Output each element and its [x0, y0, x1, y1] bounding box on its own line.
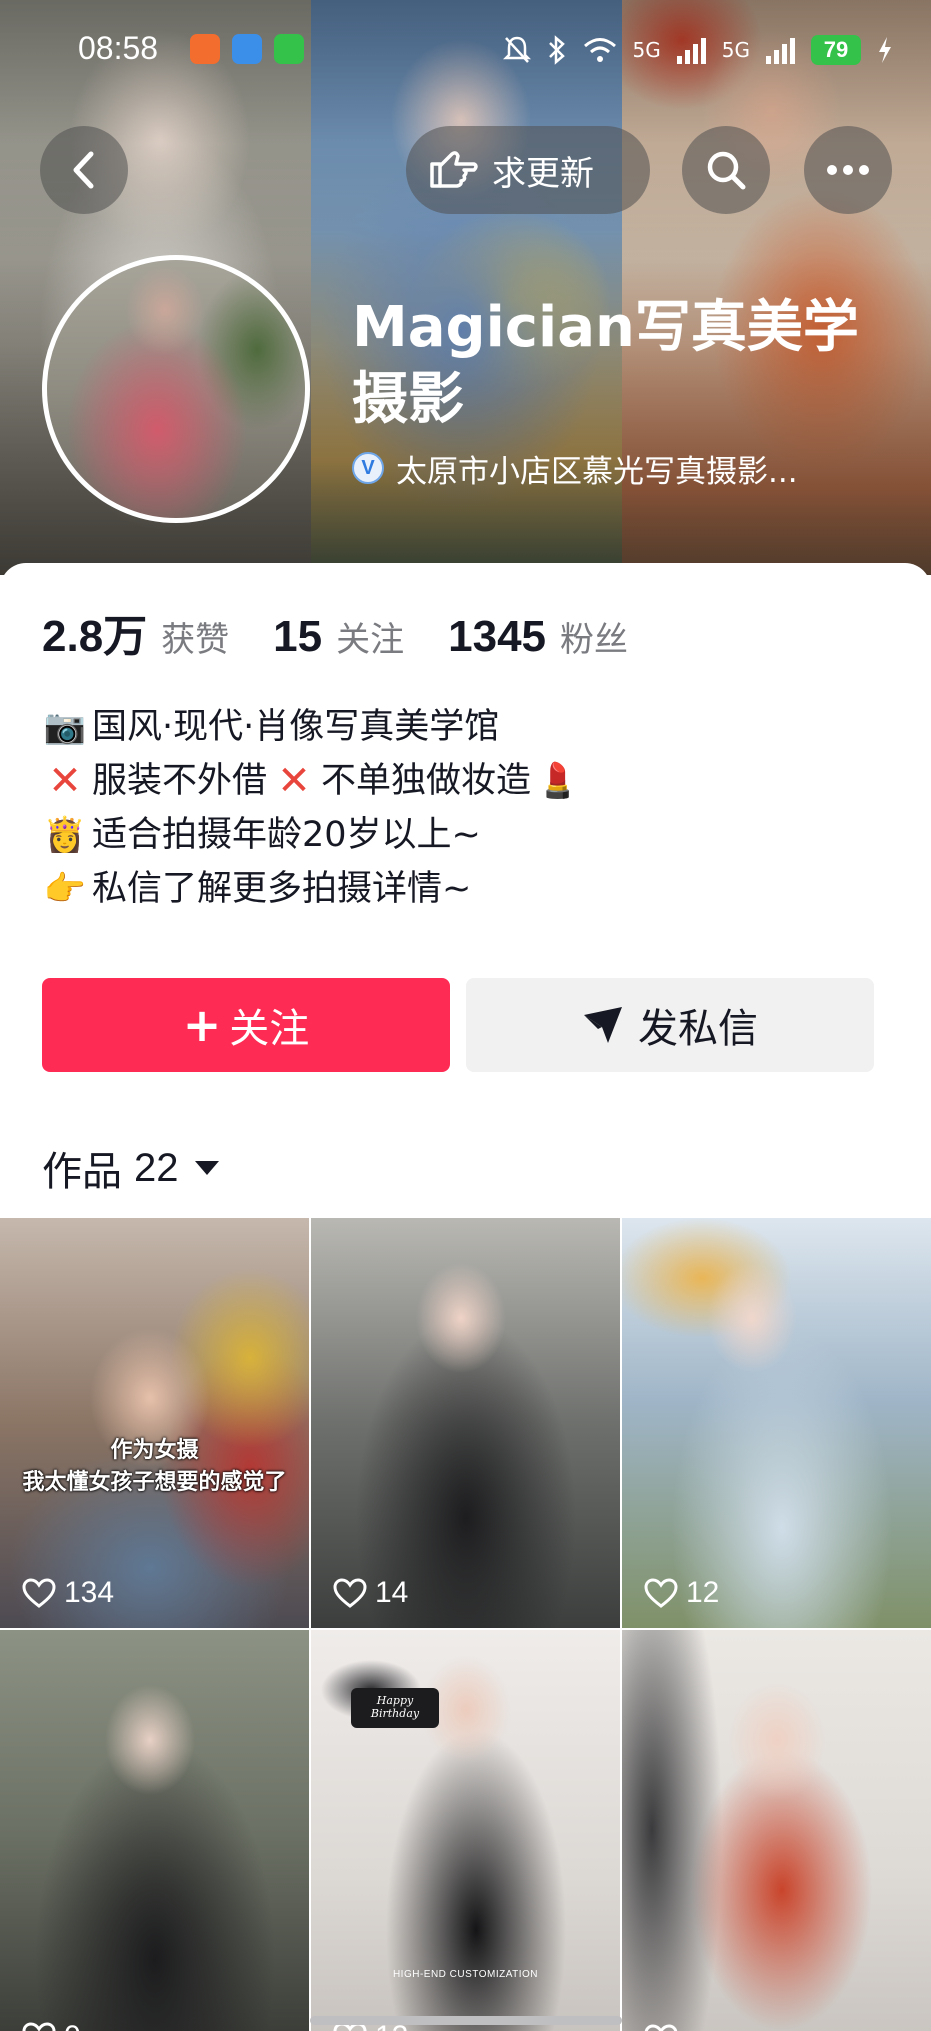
avatar[interactable]: [42, 255, 310, 523]
back-button[interactable]: [40, 126, 128, 214]
signal-icon: [766, 36, 795, 64]
video-tile[interactable]: 12: [622, 1218, 931, 1628]
like-count: 0: [64, 2020, 81, 2031]
cake-text: Happy Birthday: [370, 1694, 420, 1720]
like-count: 12: [686, 1576, 720, 1609]
cross-mark-icon: ✕: [277, 758, 311, 804]
works-tab[interactable]: 作品 22: [42, 1138, 219, 1198]
back-arrow-icon: [73, 151, 94, 189]
send-message-label: 发私信: [638, 1006, 758, 1052]
video-likes: 14: [333, 1576, 408, 1610]
send-icon: [584, 1007, 622, 1043]
following-label[interactable]: 关注: [336, 612, 404, 661]
search-icon: [707, 151, 746, 190]
bio-line: ✕ 服装不外借 ✕ 不单独做妆造 💄: [42, 754, 902, 808]
app-notification-icon: [190, 34, 220, 64]
video-likes: 134: [22, 1576, 114, 1610]
cross-mark-icon: ✕: [48, 758, 82, 804]
send-message-button[interactable]: 发私信: [466, 978, 874, 1072]
video-caption: 作为女摄: [110, 1438, 199, 1463]
profile-name: Magician写真美学摄影: [352, 295, 859, 432]
verification-row[interactable]: V 太原市小店区慕光写真摄影...: [352, 448, 798, 490]
profile-bio: 📷 国风·现代·肖像写真美学馆 ✕ 服装不外借 ✕ 不单独做妆造 💄 👸 适合拍…: [42, 700, 902, 916]
video-likes: [644, 2024, 686, 2031]
video-likes: 12: [644, 1576, 719, 1610]
video-tile[interactable]: [622, 1630, 931, 2031]
lipstick-icon: 💄: [536, 761, 580, 801]
signal-icon: [676, 36, 706, 64]
verified-org-name: 太原市小店区慕光写真摄影...: [396, 453, 798, 490]
follow-label: 关注: [229, 1006, 310, 1052]
message-notification-icon: [274, 34, 304, 64]
bio-line: 👸 适合拍摄年龄20岁以上~: [42, 808, 902, 862]
likes-count[interactable]: 2.8万: [42, 600, 147, 664]
bio-text: 适合拍摄年龄20岁以上~: [92, 815, 481, 855]
verified-badge-icon: V: [352, 452, 384, 484]
request-update-button[interactable]: 求更新: [406, 126, 650, 214]
follow-button[interactable]: + 关注: [42, 978, 450, 1072]
home-indicator[interactable]: [310, 2016, 622, 2025]
battery-icon: 79: [811, 35, 861, 65]
search-button[interactable]: [682, 126, 770, 214]
bio-text: 国风·现代·肖像写真美学馆: [92, 707, 500, 747]
works-count: 22: [134, 1145, 179, 1190]
video-caption: 我太懂女孩子想要的感觉了: [22, 1470, 287, 1495]
video-likes: 0: [22, 2020, 81, 2031]
video-tile[interactable]: Happy Birthday HIGH-END CUSTOMIZATION 12: [311, 1630, 620, 2031]
bio-line: 👉 私信了解更多拍摄详情~: [42, 862, 902, 916]
heart-icon: [22, 2022, 56, 2031]
following-count[interactable]: 15: [273, 612, 322, 662]
video-tile[interactable]: 作为女摄 我太懂女孩子想要的感觉了 134: [0, 1218, 309, 1628]
works-label: 作品: [42, 1149, 122, 1195]
profile-stats: 2.8万 获赞 15 关注 1345 粉丝: [42, 600, 672, 662]
video-overlay-text: HIGH-END CUSTOMIZATION: [392, 1969, 539, 1980]
bio-text: 不单独做妆造: [321, 761, 532, 801]
status-indicators: 5G 5G 79: [502, 30, 893, 70]
pointing-hand-icon: 👉: [43, 869, 87, 909]
network-type-label: 5G: [632, 38, 661, 62]
like-count: 14: [375, 1576, 409, 1609]
request-update-label: 求更新: [492, 153, 594, 194]
caret-down-icon: [194, 1161, 219, 1175]
followers-count[interactable]: 1345: [448, 612, 546, 662]
charging-icon: [879, 37, 891, 63]
bio-text: 服装不外借: [92, 761, 268, 801]
network-type-label: 5G: [721, 38, 750, 62]
video-grid: 作为女摄 我太懂女孩子想要的感觉了 134 14 12 0 Happy Birt…: [0, 1218, 931, 2031]
status-bar: 08:58 5G 5G 79: [0, 22, 931, 80]
heart-icon: [644, 1578, 678, 1608]
status-time: 08:58: [78, 30, 159, 66]
followers-label[interactable]: 粉丝: [560, 612, 628, 661]
like-count: 134: [64, 1576, 115, 1609]
hand-point-icon: [430, 151, 478, 188]
video-tile[interactable]: 14: [311, 1218, 620, 1628]
plus-icon: +: [182, 998, 222, 1052]
heart-icon: [22, 1578, 56, 1608]
likes-label[interactable]: 获赞: [161, 612, 229, 661]
more-button[interactable]: [804, 126, 892, 214]
weather-notification-icon: [232, 34, 262, 64]
bell-mute-icon: [502, 36, 531, 63]
wifi-icon: [583, 38, 616, 62]
bio-text: 私信了解更多拍摄详情~: [92, 869, 472, 909]
princess-icon: 👸: [43, 815, 87, 855]
camera-icon: 📷: [43, 707, 87, 747]
bluetooth-icon: [548, 35, 565, 65]
heart-icon: [644, 2024, 678, 2031]
heart-icon: [333, 1578, 367, 1608]
bio-line: 📷 国风·现代·肖像写真美学馆: [42, 700, 902, 754]
more-icon: [827, 165, 869, 175]
video-tile[interactable]: 0: [0, 1630, 309, 2031]
